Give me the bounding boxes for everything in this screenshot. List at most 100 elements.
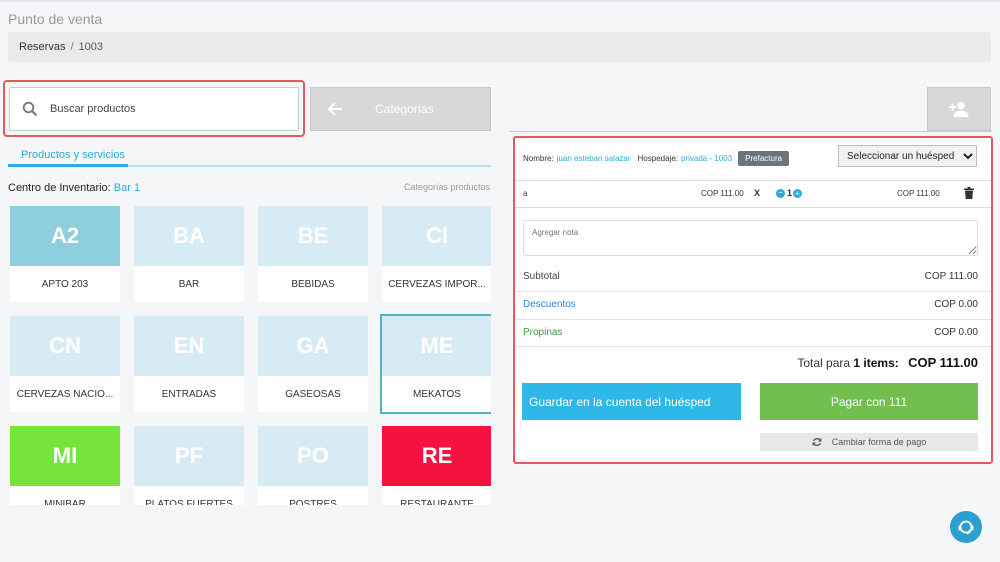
summary-divider xyxy=(515,319,991,320)
top-divider xyxy=(0,0,1000,2)
summary-divider xyxy=(515,291,991,292)
category-name: ENTRADAS xyxy=(161,388,217,400)
search-input[interactable] xyxy=(50,103,270,115)
discounts-row: Descuentos COP 0.00 xyxy=(523,299,978,310)
category-code: BA xyxy=(134,206,244,266)
breadcrumb: Reservas / 1003 xyxy=(8,32,991,62)
category-code: PF xyxy=(134,426,244,486)
delete-item-button[interactable] xyxy=(964,187,974,201)
order-header: Nombre: juan esteban salazar Hospedaje: … xyxy=(523,151,790,166)
category-name: BEBIDAS xyxy=(291,278,335,290)
lodging-value[interactable]: privada - 1003 xyxy=(681,154,732,163)
tab-products-services[interactable]: Productos y servicios xyxy=(8,149,491,168)
tips-link[interactable]: Propinas xyxy=(523,327,562,338)
increase-qty-button[interactable]: + xyxy=(793,189,802,198)
summary-divider xyxy=(515,346,991,347)
item-divider xyxy=(515,207,991,208)
tips-value: COP 0.00 xyxy=(934,327,978,338)
category-tile[interactable]: MI MINIBAR xyxy=(10,426,120,505)
item-total: COP 111.00 xyxy=(897,189,940,198)
category-tile[interactable]: GA GASEOSAS xyxy=(258,316,368,412)
order-divider xyxy=(515,180,991,181)
save-to-guest-account-button[interactable]: Guardar en la cuenta del huésped xyxy=(522,383,741,420)
category-code: PO xyxy=(258,426,368,486)
subtotal-label: Subtotal xyxy=(523,271,560,282)
category-name: MEKATOS xyxy=(413,388,461,400)
category-tile[interactable]: CI CERVEZAS IMPOR... xyxy=(382,206,491,302)
total-value: COP 111.00 xyxy=(908,355,978,370)
order-item-row: a COP 111.00 X − 1 + COP 111.00 xyxy=(523,187,978,202)
discounts-value: COP 0.00 xyxy=(934,299,978,310)
guest-name[interactable]: juan esteban salazar xyxy=(557,154,631,163)
search-box[interactable] xyxy=(9,87,299,131)
times-sign: X xyxy=(754,188,761,198)
add-guest-button[interactable] xyxy=(927,87,991,131)
category-tile[interactable]: BA BAR xyxy=(134,206,244,302)
categories-button[interactable]: Categorías xyxy=(310,87,491,131)
category-name: GASEOSAS xyxy=(285,388,341,400)
order-total: Total para 1 items: COP 111.00 xyxy=(523,355,978,370)
category-name: MINIBAR xyxy=(44,498,86,506)
category-code: A2 xyxy=(10,206,120,266)
category-code: ME xyxy=(382,316,491,376)
category-code: BE xyxy=(258,206,368,266)
breadcrumb-current: 1003 xyxy=(78,41,104,53)
item-quantity: 1 xyxy=(787,188,793,198)
prefactura-button[interactable]: Prefactura xyxy=(738,151,790,166)
category-tile[interactable]: ME MEKATOS xyxy=(380,314,491,414)
name-label: Nombre: xyxy=(523,154,554,163)
tab-label: Productos y servicios xyxy=(21,149,125,161)
guest-select[interactable]: Seleccionar un huésped xyxy=(838,145,977,167)
inventory-center: Centro de Inventario: Bar 1 xyxy=(8,182,140,194)
inventory-label: Centro de Inventario: xyxy=(8,182,111,194)
breadcrumb-separator: / xyxy=(70,41,74,53)
tab-active-indicator xyxy=(8,164,128,167)
headset-icon xyxy=(958,520,974,535)
refresh-icon xyxy=(812,438,822,446)
category-code: CN xyxy=(10,316,120,376)
category-code: EN xyxy=(134,316,244,376)
item-price: COP 111.00 xyxy=(701,189,744,198)
category-name: APTO 203 xyxy=(41,278,89,290)
breadcrumb-parent[interactable]: Reservas xyxy=(19,41,65,53)
category-name: RESTAURANTE xyxy=(400,498,474,506)
category-name: CERVEZAS NACIO... xyxy=(16,388,114,400)
arrow-left-icon xyxy=(327,102,342,116)
category-code: GA xyxy=(258,316,368,376)
inventory-value[interactable]: Bar 1 xyxy=(114,182,140,194)
category-grid: A2 APTO 203 BA BAR BE BEBIDAS CI CERVEZAS IMPOR… xyxy=(8,205,491,505)
page-title: Punto de venta xyxy=(8,11,103,27)
category-tile[interactable]: RE RESTAURANTE xyxy=(382,426,491,505)
category-code: CI xyxy=(382,206,491,266)
tips-row: Propinas COP 0.00 xyxy=(523,327,978,338)
order-top-border xyxy=(509,131,992,132)
category-name: BAR xyxy=(178,278,200,290)
help-button[interactable] xyxy=(950,511,982,543)
category-tile[interactable]: EN ENTRADAS xyxy=(134,316,244,412)
discounts-link[interactable]: Descuentos xyxy=(523,299,576,310)
subtotal-row: Subtotal COP 111.00 xyxy=(523,271,978,282)
change-payment-label: Cambiar forma de pago xyxy=(831,437,927,447)
categories-button-label: Categorías xyxy=(375,102,434,116)
total-items: 1 items: xyxy=(853,356,899,370)
decrease-qty-button[interactable]: − xyxy=(776,189,785,198)
total-prefix: Total para xyxy=(797,356,851,370)
note-input[interactable] xyxy=(523,220,978,256)
category-tile[interactable]: A2 APTO 203 xyxy=(10,206,120,302)
item-name: a xyxy=(523,189,528,198)
category-tile[interactable]: PF PLATOS FUERTES xyxy=(134,426,244,505)
category-code: RE xyxy=(382,426,491,486)
category-tile[interactable]: PO POSTRES xyxy=(258,426,368,505)
category-tile[interactable]: CN CERVEZAS NACIO... xyxy=(10,316,120,412)
category-name: PLATOS FUERTES xyxy=(145,498,233,506)
change-payment-method-button[interactable]: Cambiar forma de pago xyxy=(760,433,978,451)
add-person-icon xyxy=(949,101,969,117)
lodging-label: Hospedaje: xyxy=(637,154,678,163)
category-tile[interactable]: BE BEBIDAS xyxy=(258,206,368,302)
pay-button[interactable]: Pagar con 111 xyxy=(760,383,978,420)
category-code: MI xyxy=(10,426,120,486)
categories-products-link[interactable]: Categorías productos xyxy=(404,182,490,192)
search-icon xyxy=(22,101,38,117)
subtotal-value: COP 111.00 xyxy=(924,271,978,282)
trash-icon xyxy=(964,187,974,199)
